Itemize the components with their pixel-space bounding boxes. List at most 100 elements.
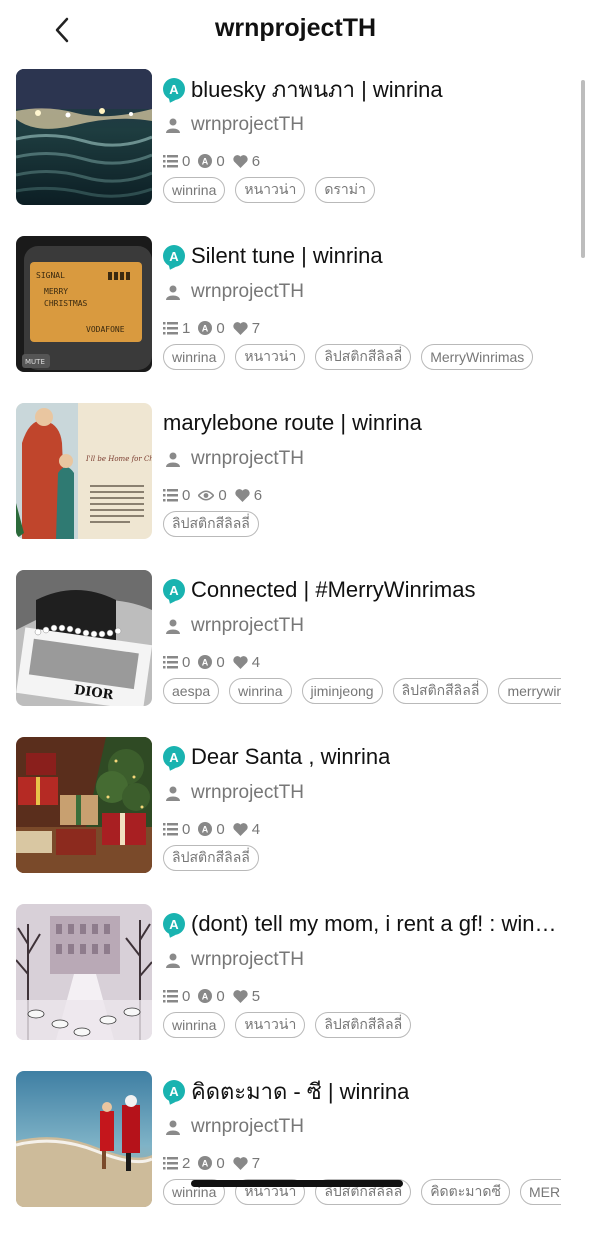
- author-link[interactable]: wrnprojectTH: [163, 108, 563, 142]
- story-info: marylebone route | winrina wrnprojectTH …: [163, 406, 563, 538]
- story-cover: [16, 1071, 152, 1207]
- story-title[interactable]: A bluesky ภาพนภา | winrina: [163, 72, 563, 106]
- tag-chip[interactable]: winrina: [163, 344, 226, 370]
- tag-chip[interactable]: ดราม่า: [315, 177, 375, 203]
- svg-text:A: A: [202, 658, 209, 668]
- story-stats: 0 A0 4: [163, 816, 563, 842]
- list-icon: [163, 321, 178, 334]
- tag-chip[interactable]: aespa: [163, 678, 220, 704]
- heart-icon: [233, 154, 248, 168]
- user-icon: [166, 953, 180, 968]
- tag-list: ลิปสติกสีลิลลี่: [163, 844, 561, 872]
- story-stats: 2 A0 7: [163, 1150, 563, 1176]
- comment-icon: A: [198, 655, 213, 669]
- author-link[interactable]: wrnprojectTH: [163, 275, 563, 309]
- svg-text:CHRISTMAS: CHRISTMAS: [44, 299, 88, 308]
- svg-text:A: A: [202, 157, 209, 167]
- author-link[interactable]: wrnprojectTH: [163, 609, 563, 643]
- author-link[interactable]: wrnprojectTH: [163, 943, 563, 977]
- heart-icon: [235, 488, 250, 502]
- tag-list: winrina หนาวน่า ดราม่า: [163, 176, 561, 204]
- heart-icon: [233, 655, 248, 669]
- header-bar: wrnprojectTH: [0, 0, 591, 60]
- user-icon: [166, 118, 180, 133]
- story-cover: DIOR: [16, 570, 152, 706]
- author-link[interactable]: wrnprojectTH: [163, 442, 563, 476]
- tag-chip[interactable]: jiminjeong: [301, 678, 383, 704]
- tag-chip[interactable]: winrina: [163, 177, 226, 203]
- story-info: A (dont) tell my mom, i rent a gf! : win…: [163, 907, 563, 1039]
- svg-text:MERRY: MERRY: [44, 287, 68, 296]
- story-cover: [16, 737, 152, 873]
- tag-chip[interactable]: ลิปสติกสีลิลลี่: [163, 511, 259, 537]
- list-icon: [163, 822, 178, 835]
- page-title: wrnprojectTH: [214, 14, 377, 42]
- svg-text:A: A: [202, 324, 209, 334]
- heart-icon: [233, 989, 248, 1003]
- user-icon: [166, 452, 180, 467]
- story-item[interactable]: A คิดตะมาด - ซี | winrina wrnprojectTH 2…: [0, 1068, 591, 1235]
- story-cover: I'll be Home for Christmas!: [16, 403, 152, 539]
- tag-chip[interactable]: merrywinrimas: [498, 678, 561, 704]
- comment-icon: A: [198, 154, 213, 168]
- user-icon: [166, 619, 180, 634]
- tag-chip[interactable]: หนาวน่า: [235, 344, 306, 370]
- story-item[interactable]: A bluesky ภาพนภา | winrina wrnprojectTH …: [0, 66, 591, 233]
- story-title[interactable]: A Dear Santa , winrina: [163, 740, 563, 774]
- tag-chip[interactable]: ลิปสติกสีลิลลี่: [315, 1012, 412, 1038]
- story-info: A Silent tune | winrina wrnprojectTH 1 A…: [163, 239, 563, 371]
- story-title[interactable]: A (dont) tell my mom, i rent a gf! : win…: [163, 907, 563, 941]
- list-icon: [163, 1156, 178, 1169]
- author-link[interactable]: wrnprojectTH: [163, 776, 563, 810]
- comment-icon: A: [198, 1156, 213, 1170]
- list-icon: [163, 655, 178, 668]
- tag-chip[interactable]: ลิปสติกสีลิลลี่: [392, 678, 489, 704]
- tag-chip[interactable]: winrina: [163, 1012, 226, 1038]
- tag-list: winrina หนาวน่า ลิปสติกสีลิลลี่ MerryWin…: [163, 343, 561, 371]
- tag-chip[interactable]: หนาวน่า: [235, 1012, 306, 1038]
- tag-chip[interactable]: ลิปสติกสีลิลลี่: [315, 344, 412, 370]
- badge-a-icon: A: [163, 579, 185, 601]
- story-item[interactable]: A (dont) tell my mom, i rent a gf! : win…: [0, 901, 591, 1068]
- story-info: A Connected | #MerryWinrimas wrnprojectT…: [163, 573, 563, 705]
- tag-chip[interactable]: หนาวน่า: [235, 177, 306, 203]
- story-info: A Dear Santa , winrina wrnprojectTH 0 A0…: [163, 740, 563, 872]
- story-list: A bluesky ภาพนภา | winrina wrnprojectTH …: [0, 66, 591, 1235]
- story-title[interactable]: A คิดตะมาด - ซี | winrina: [163, 1074, 563, 1108]
- tag-chip[interactable]: MerryWinrimas: [421, 344, 534, 370]
- svg-text:VODAFONE: VODAFONE: [86, 325, 125, 334]
- tag-chip[interactable]: คิดตะมาดซี: [421, 1179, 510, 1205]
- story-stats: 1 A0 7: [163, 315, 563, 341]
- tag-list: winrina หนาวน่า ลิปสติกสีลิลลี่: [163, 1011, 561, 1039]
- svg-text:A: A: [202, 1159, 209, 1169]
- tag-chip[interactable]: MERRYWINRIMAS: [519, 1179, 561, 1205]
- story-item[interactable]: SIGNAL MERRY CHRISTMAS VODAFONE MUTE A S…: [0, 233, 591, 400]
- story-item[interactable]: DIOR A Connected | #MerryWinrimas wrnpro…: [0, 567, 591, 734]
- story-title[interactable]: A Connected | #MerryWinrimas: [163, 573, 563, 607]
- story-stats: 0 A0 4: [163, 649, 563, 675]
- svg-text:A: A: [202, 825, 209, 835]
- home-indicator[interactable]: [191, 1180, 403, 1187]
- story-cover: [16, 69, 152, 205]
- story-stats: 0 A0 6: [163, 148, 563, 174]
- heart-icon: [233, 321, 248, 335]
- author-link[interactable]: wrnprojectTH: [163, 1110, 563, 1144]
- story-item[interactable]: I'll be Home for Christmas! marylebone r…: [0, 400, 591, 567]
- comment-icon: A: [198, 822, 213, 836]
- tag-chip[interactable]: winrina: [229, 678, 292, 704]
- story-title[interactable]: marylebone route | winrina: [163, 406, 563, 440]
- eye-icon: [198, 489, 215, 501]
- story-stats: 0 A0 5: [163, 983, 563, 1009]
- story-info: A bluesky ภาพนภา | winrina wrnprojectTH …: [163, 72, 563, 204]
- user-icon: [166, 285, 180, 300]
- svg-text:SIGNAL: SIGNAL: [36, 271, 65, 280]
- badge-a-icon: A: [163, 746, 185, 768]
- svg-text:MUTE: MUTE: [25, 358, 45, 366]
- story-item[interactable]: A Dear Santa , winrina wrnprojectTH 0 A0…: [0, 734, 591, 901]
- tag-chip[interactable]: ลิปสติกสีลิลลี่: [163, 845, 259, 871]
- svg-text:I'll be Home for Christmas!: I'll be Home for Christmas!: [85, 455, 152, 463]
- story-cover: [16, 904, 152, 1040]
- user-icon: [166, 1120, 180, 1135]
- badge-a-icon: A: [163, 913, 185, 935]
- story-title[interactable]: A Silent tune | winrina: [163, 239, 563, 273]
